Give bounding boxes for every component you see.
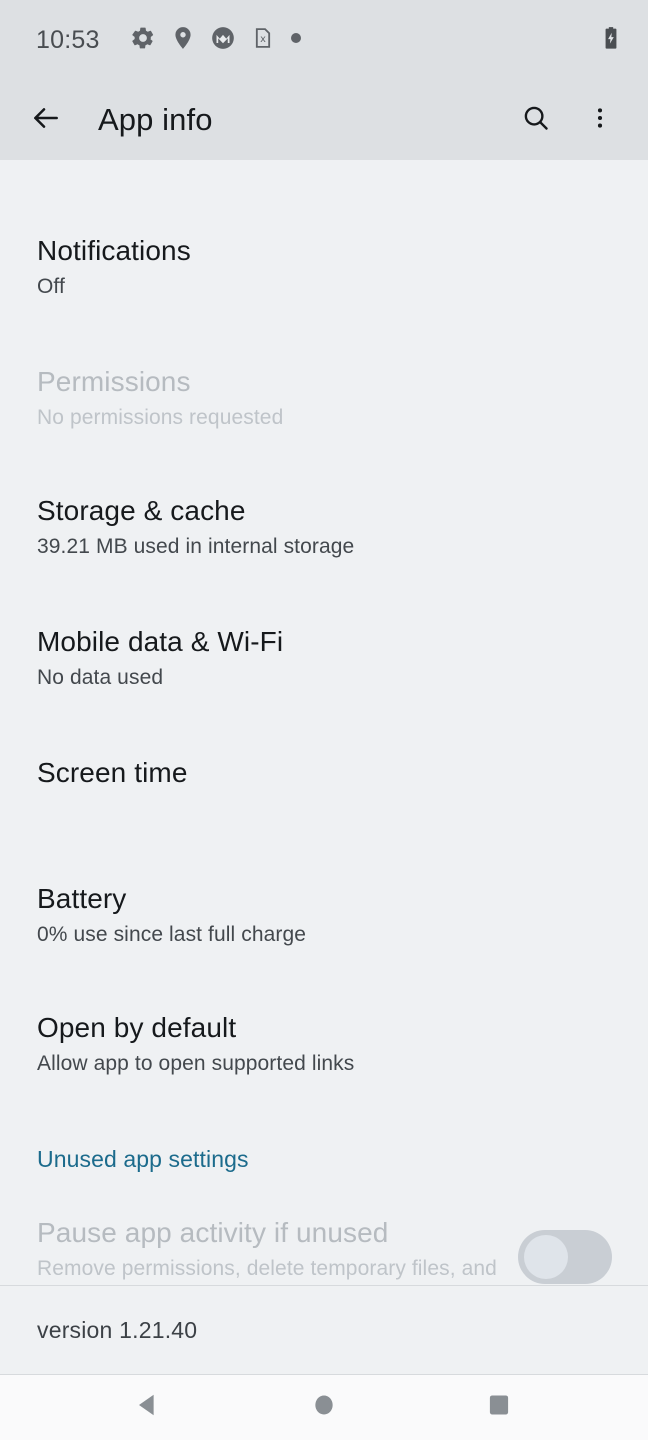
list-item-subtitle: No data used [37, 666, 164, 690]
search-icon [521, 103, 551, 138]
list-item-title: Pause app activity if unused [37, 1216, 389, 1248]
list-item-notifications[interactable]: Notifications Off [0, 234, 648, 301]
list-item-text: Screen time [37, 756, 612, 790]
list-item-title: Notifications [37, 235, 191, 266]
svg-text:x: x [260, 33, 266, 44]
app-bar-actions [512, 96, 624, 144]
nav-back-button[interactable] [103, 1375, 193, 1440]
nav-home-button[interactable] [279, 1375, 369, 1440]
app-info-screen: 10:53 x App info Notifications Off Permi… [0, 0, 648, 1440]
list-item-text: Permissions No permissions requested [37, 365, 612, 432]
list-item-text: Notifications Off [37, 234, 612, 301]
list-item-subtitle: 39.21 MB used in internal storage [37, 535, 355, 559]
list-item-subtitle: No permissions requested [37, 406, 284, 430]
status-bar-clock: 10:53 [36, 25, 100, 54]
list-item-subtitle: 0% use since last full charge [37, 923, 307, 947]
search-button[interactable] [512, 96, 560, 144]
status-bar: 10:53 x [0, 0, 648, 80]
list-item-subtitle: Allow app to open supported links [37, 1052, 355, 1076]
settings-gear-icon [130, 25, 156, 56]
list-item-permissions: Permissions No permissions requested [0, 365, 648, 432]
list-item-text: Open by default Allow app to open suppor… [37, 1011, 612, 1078]
list-item-subtitle: Off [37, 275, 65, 299]
back-triangle-icon [133, 1390, 163, 1425]
no-sim-card-icon: x [250, 25, 276, 56]
list-item-title: Permissions [37, 366, 191, 398]
back-arrow-icon [30, 102, 62, 139]
list-item-open-by-default[interactable]: Open by default Allow app to open suppor… [0, 1011, 648, 1078]
pause-app-activity-toggle [518, 1229, 612, 1284]
toggle-thumb [524, 1234, 568, 1279]
list-item-title: Storage & cache [37, 495, 246, 527]
back-button[interactable] [22, 96, 70, 144]
list-item-text: Battery 0% use since last full charge [37, 882, 612, 949]
section-header-unused-app-settings[interactable]: Unused app settings [0, 1146, 648, 1174]
unused-app-settings-link[interactable]: Unused app settings [37, 1146, 249, 1174]
status-bar-left-group: 10:53 x [36, 25, 598, 56]
app-version-text: version 1.21.40 [37, 1316, 198, 1343]
list-item-text: Mobile data & Wi-Fi No data used [37, 625, 612, 692]
list-item-title: Screen time [37, 757, 188, 789]
list-item-title: Mobile data & Wi-Fi [37, 626, 284, 658]
recents-square-icon [486, 1392, 512, 1423]
settings-list[interactable]: Notifications Off Permissions No permiss… [0, 160, 648, 1307]
dot-indicator-icon [290, 31, 302, 49]
list-item-title: Open by default [37, 1012, 237, 1044]
list-item-text: Storage & cache 39.21 MB used in interna… [37, 494, 612, 561]
home-circle-icon [311, 1392, 337, 1423]
list-item-mobile-data-and-wifi[interactable]: Mobile data & Wi-Fi No data used [0, 625, 648, 692]
status-bar-right-group [598, 25, 624, 56]
list-item-battery[interactable]: Battery 0% use since last full charge [0, 882, 648, 949]
list-item-storage-and-cache[interactable]: Storage & cache 39.21 MB used in interna… [0, 494, 648, 561]
more-options-icon [587, 105, 613, 136]
more-options-button[interactable] [576, 96, 624, 144]
nav-recents-button[interactable] [454, 1375, 544, 1440]
location-pin-icon [170, 25, 196, 56]
app-bar: App info [0, 80, 648, 160]
list-item-title: Battery [37, 883, 127, 915]
system-navigation-bar [0, 1375, 648, 1440]
list-item-screen-time[interactable]: Screen time [0, 756, 648, 790]
motorola-logo-icon [210, 25, 236, 56]
page-title: App info [98, 102, 213, 137]
battery-charging-icon [598, 25, 624, 56]
version-footer: version 1.21.40 [0, 1286, 648, 1374]
